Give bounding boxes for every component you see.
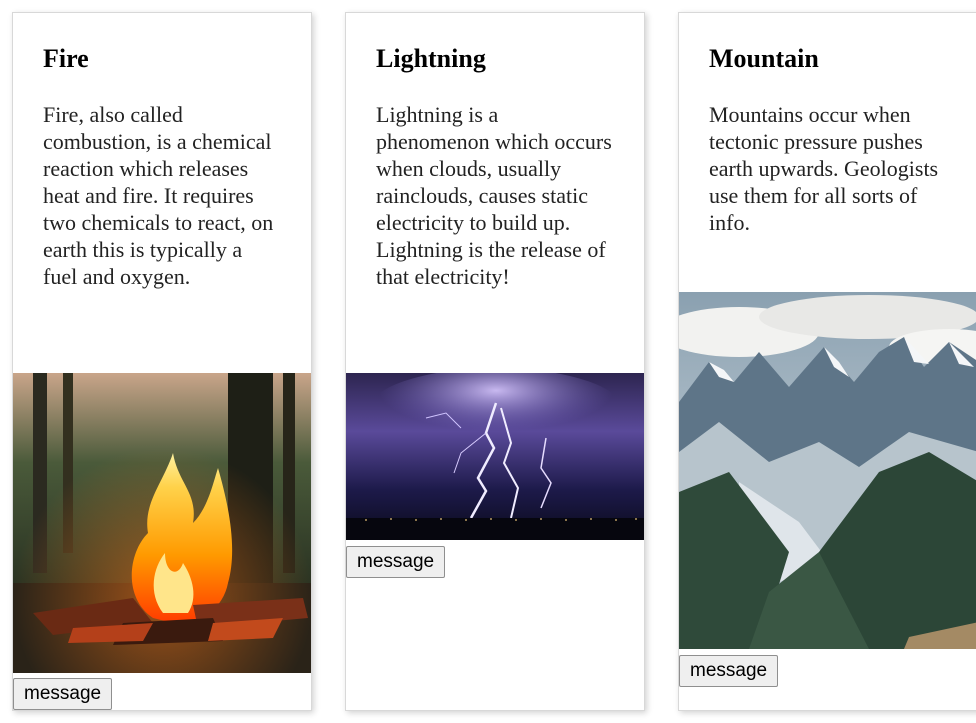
message-button[interactable]: message: [346, 546, 446, 578]
card-description: Mountains occur when tectonic pressure p…: [709, 102, 939, 235]
card-body: Mountain Mountains occur when tectonic p…: [679, 43, 976, 236]
message-button[interactable]: message: [13, 678, 113, 710]
message-button[interactable]: message: [679, 655, 779, 687]
card-body: Lightning Lightning is a phenomenon whic…: [346, 43, 644, 290]
card-list: Fire Fire, also called combustion, is a …: [0, 0, 976, 723]
card-mountain: Mountain Mountains occur when tectonic p…: [678, 12, 976, 711]
card-title: Mountain: [709, 44, 819, 73]
card-description: Lightning is a phenomenon which occurs w…: [376, 102, 612, 289]
mountain-image: [679, 292, 976, 649]
card-title: Fire: [43, 44, 89, 73]
card-description: Fire, also called combustion, is a chemi…: [43, 102, 274, 289]
card-title: Lightning: [376, 44, 486, 73]
card-lightning: Lightning Lightning is a phenomenon whic…: [345, 12, 645, 711]
card-fire: Fire Fire, also called combustion, is a …: [12, 12, 312, 711]
lightning-image: [346, 373, 644, 540]
campfire-image: [13, 373, 311, 673]
card-body: Fire Fire, also called combustion, is a …: [13, 43, 311, 290]
